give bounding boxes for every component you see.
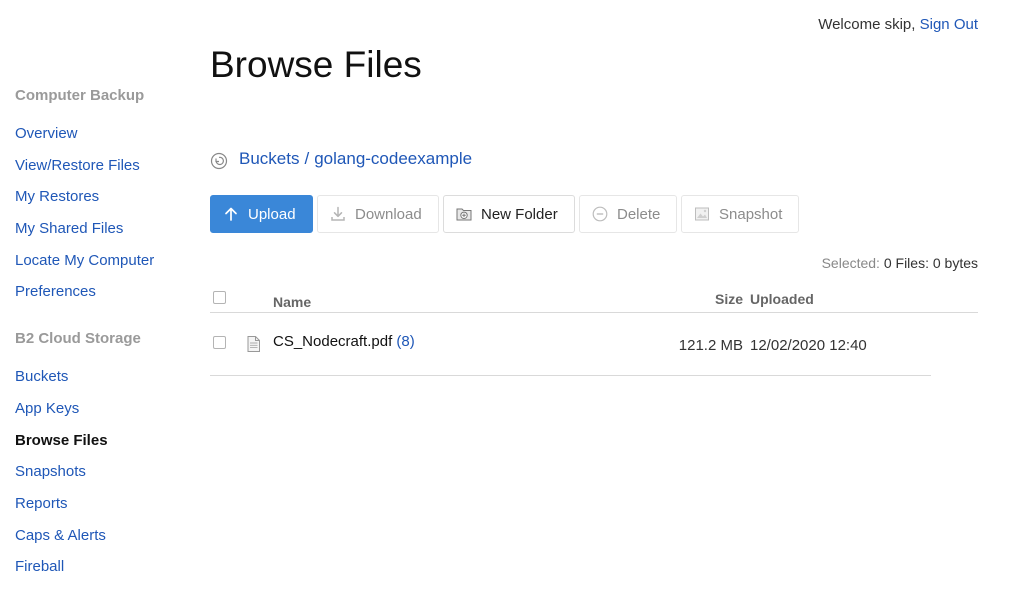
user-bar: Welcome skip, Sign Out xyxy=(818,16,978,33)
file-name-text: CS_Nodecraft.pdf xyxy=(273,333,393,350)
download-icon xyxy=(331,206,345,221)
sidebar-item-buckets[interactable]: Buckets xyxy=(15,361,195,393)
sidebar-item-preferences[interactable]: Preferences xyxy=(15,276,195,308)
sidebar-section-title-b2-cloud-storage: B2 Cloud Storage xyxy=(15,330,141,348)
breadcrumb: Buckets / golang-codeexample xyxy=(210,148,472,170)
download-button[interactable]: Download xyxy=(317,195,439,233)
page-title: Browse Files xyxy=(210,44,422,85)
upload-button[interactable]: Upload xyxy=(210,195,313,233)
selection-summary-label: Selected: xyxy=(821,255,880,271)
arrow-up-icon xyxy=(225,207,237,221)
sidebar-item-reports[interactable]: Reports xyxy=(15,488,195,520)
select-all-checkbox[interactable] xyxy=(213,291,226,304)
sidebar-item-my-restores[interactable]: My Restores xyxy=(15,181,195,213)
sidebar-item-my-shared-files[interactable]: My Shared Files xyxy=(15,213,195,245)
sidebar-list-b2-cloud-storage: Buckets App Keys Browse Files Snapshots … xyxy=(15,361,195,583)
snapshot-label: Snapshot xyxy=(719,205,783,223)
sidebar-item-app-keys[interactable]: App Keys xyxy=(15,393,195,425)
sidebar-item-fireball[interactable]: Fireball xyxy=(15,551,195,583)
document-icon xyxy=(247,336,260,352)
sidebar-item-snapshots[interactable]: Snapshots xyxy=(15,456,195,488)
sign-out-link[interactable]: Sign Out xyxy=(920,16,978,33)
image-icon xyxy=(695,207,709,221)
column-header-uploaded[interactable]: Uploaded xyxy=(750,291,814,307)
new-folder-label: New Folder xyxy=(481,205,558,223)
folder-plus-icon xyxy=(456,208,472,221)
file-table: Name Size Uploaded CS_Nodecraft.pdf (8) … xyxy=(210,286,978,376)
row-checkbox[interactable] xyxy=(213,336,226,349)
upload-label: Upload xyxy=(248,205,296,223)
sidebar-section-title-computer-backup: Computer Backup xyxy=(15,87,145,104)
snapshot-button[interactable]: Snapshot xyxy=(681,195,799,233)
sidebar-item-caps-alerts[interactable]: Caps & Alerts xyxy=(15,520,195,552)
column-header-name[interactable]: Name xyxy=(273,294,311,310)
table-row[interactable]: CS_Nodecraft.pdf (8) 121.2 MB 12/02/2020… xyxy=(210,313,931,376)
breadcrumb-current-bucket[interactable]: golang-codeexample xyxy=(314,149,472,169)
file-toolbar: Upload Download New Folder Delete Snapsh… xyxy=(210,195,799,233)
file-name[interactable]: CS_Nodecraft.pdf (8) xyxy=(273,333,415,350)
minus-circle-icon xyxy=(592,206,608,222)
selection-summary: Selected: 0 Files: 0 bytes xyxy=(822,255,978,271)
breadcrumb-buckets[interactable]: Buckets xyxy=(239,149,299,169)
welcome-text: Welcome skip, xyxy=(818,16,916,33)
sidebar-item-view-restore-files[interactable]: View/Restore Files xyxy=(15,150,195,182)
file-version-count[interactable]: (8) xyxy=(396,333,414,350)
selection-summary-value: 0 Files: 0 bytes xyxy=(883,255,978,271)
table-header: Name Size Uploaded xyxy=(210,286,978,313)
new-folder-button[interactable]: New Folder xyxy=(443,195,575,233)
sidebar-item-locate-my-computer[interactable]: Locate My Computer xyxy=(15,245,195,277)
sidebar-item-overview[interactable]: Overview xyxy=(15,118,195,150)
file-uploaded-date: 12/02/2020 12:40 xyxy=(750,337,867,354)
sidebar-list-computer-backup: Overview View/Restore Files My Restores … xyxy=(15,118,195,308)
breadcrumb-separator: / xyxy=(304,149,310,168)
download-label: Download xyxy=(355,205,422,223)
column-header-size[interactable]: Size xyxy=(715,291,743,307)
sidebar-item-browse-files[interactable]: Browse Files xyxy=(15,425,195,457)
sidebar: Computer Backup Overview View/Restore Fi… xyxy=(15,86,195,583)
history-back-icon[interactable] xyxy=(210,152,228,170)
file-size: 121.2 MB xyxy=(678,337,743,354)
delete-button[interactable]: Delete xyxy=(579,195,677,233)
delete-label: Delete xyxy=(617,205,661,223)
